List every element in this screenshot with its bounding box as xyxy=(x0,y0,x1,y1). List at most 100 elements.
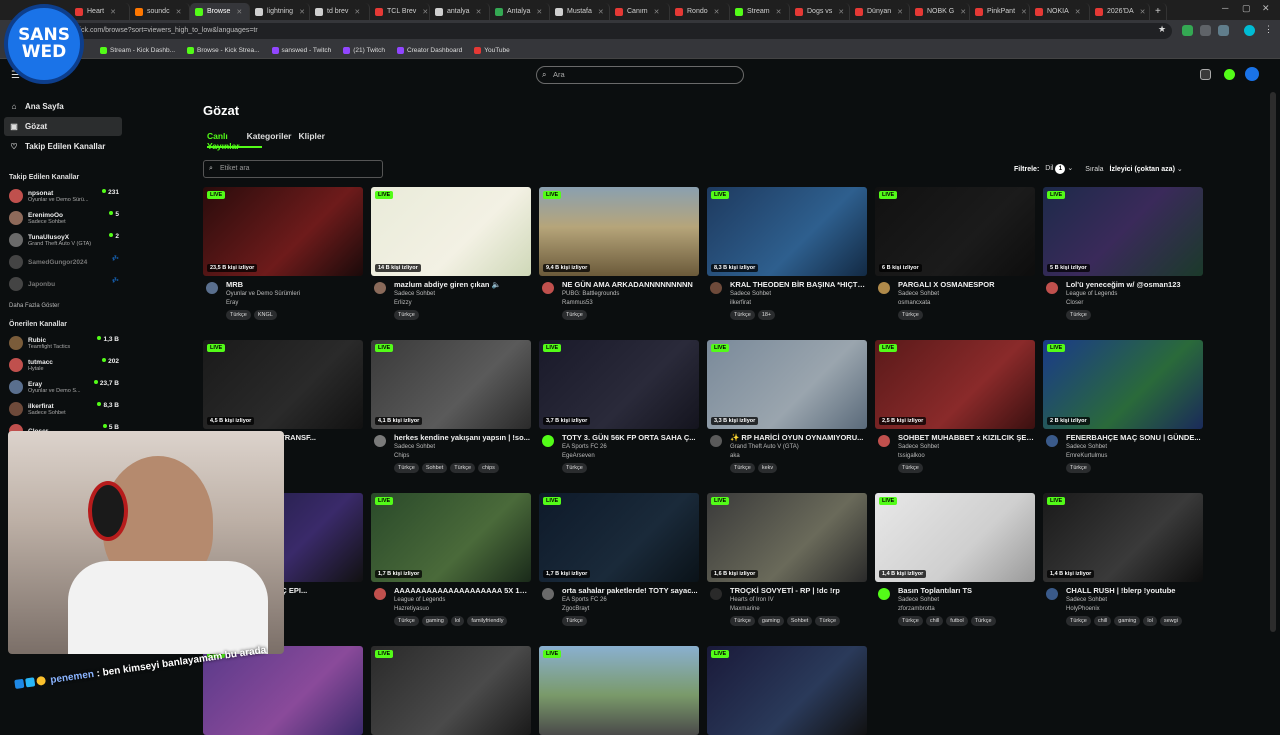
tag-chip[interactable]: Türkçe xyxy=(730,463,755,473)
streamer-name[interactable]: ZgocBrayt xyxy=(562,606,589,612)
stream-thumbnail[interactable]: LIVE 4,5 B kişi izliyor xyxy=(203,340,363,429)
tag-chip[interactable]: futbol xyxy=(946,616,968,626)
tag-chip[interactable]: Türkçe xyxy=(898,310,923,320)
close-tab-icon[interactable]: ✕ xyxy=(1140,8,1146,16)
tag-chip[interactable]: gaming xyxy=(421,616,448,626)
tag-chip[interactable]: Türkçe xyxy=(730,310,755,320)
close-window-icon[interactable]: ✕ xyxy=(1262,3,1270,14)
close-tab-icon[interactable]: ✕ xyxy=(422,8,428,16)
stream-category[interactable]: Sadece Sohbet xyxy=(394,291,435,297)
sidebar-channel[interactable]: Rubic Teamfight Tactics 1,3 B xyxy=(0,332,130,354)
stream-thumbnail[interactable]: LIVE 5 B kişi izliyor xyxy=(1043,187,1203,276)
tag-chip[interactable]: Türkçe xyxy=(394,616,419,626)
stream-category[interactable]: Sadece Sohbet xyxy=(898,444,939,450)
sidebar-channel[interactable]: tutmacc Hytale 202 xyxy=(0,354,130,376)
stream-card[interactable]: LIVE 1,7 B kişi izliyor orta sahalar paket… xyxy=(539,493,699,634)
streamer-avatar[interactable] xyxy=(542,435,554,447)
streamer-name[interactable]: osmancxata xyxy=(898,300,930,306)
tag-chip[interactable]: lol xyxy=(1143,616,1157,626)
stream-card[interactable]: LIVE 6 B kişi izliyor PARGALI X OSMANESPOR… xyxy=(875,187,1035,328)
tag-chip[interactable]: Türkçe xyxy=(394,310,419,320)
stream-title[interactable]: herkes kendine yakışanı yapsın | !so... xyxy=(394,433,530,442)
minimize-icon[interactable]: ─ xyxy=(1222,3,1228,13)
bookmark-item[interactable]: sanswed - Twitch xyxy=(271,46,331,54)
tag-chip[interactable]: sewgi xyxy=(1159,616,1182,626)
stream-category[interactable]: EA Sports FC 26 xyxy=(562,597,607,603)
stream-category[interactable]: Hearts of Iron IV xyxy=(730,597,774,603)
tag-chip[interactable]: Türkçe xyxy=(970,616,996,626)
stream-thumbnail[interactable]: LIVE 4,1 B kişi izliyor xyxy=(371,340,531,429)
close-tab-icon[interactable]: ✕ xyxy=(476,8,482,16)
tag-chip[interactable]: kekv xyxy=(757,463,778,473)
streamer-name[interactable]: aka xyxy=(730,453,740,459)
stream-title[interactable]: TROÇKİ SOVYETİ - RP | !dc !rp xyxy=(730,586,866,595)
tag-chip[interactable]: Türkçe xyxy=(562,310,587,320)
browser-tab[interactable]: Heart ✕ xyxy=(70,3,130,20)
sidebar-channel[interactable]: SamedGungor2024 💤 xyxy=(0,251,130,273)
search-input[interactable]: ⌕ Ara xyxy=(536,66,744,84)
tag-chip[interactable]: chill xyxy=(1093,616,1112,626)
stream-card[interactable]: LIVE 2 B kişi izliyor FENERBAHÇE MAÇ SONU … xyxy=(1043,340,1203,481)
close-tab-icon[interactable]: ✕ xyxy=(299,8,305,16)
tag-chip[interactable]: Türkçe xyxy=(562,616,587,626)
sidebar-nav-item[interactable]: ⌂ Ana Sayfa xyxy=(4,97,122,116)
new-tab-button[interactable]: + xyxy=(1150,3,1167,20)
stream-title[interactable]: PARGALI X OSMANESPOR xyxy=(898,280,1034,289)
stream-thumbnail[interactable]: LIVE 14 B kişi izliyor xyxy=(371,187,531,276)
tag-chip[interactable]: Sohbet xyxy=(786,616,813,626)
streamer-avatar[interactable] xyxy=(374,435,386,447)
tag-chip[interactable]: gaming xyxy=(757,616,784,626)
stream-category[interactable]: PUBG: Battlegrounds xyxy=(562,291,619,297)
close-tab-icon[interactable]: ✕ xyxy=(110,8,116,16)
stream-category[interactable]: Sadece Sohbet xyxy=(898,291,939,297)
tab-search-icon[interactable] xyxy=(1218,25,1229,36)
close-tab-icon[interactable]: ✕ xyxy=(960,8,966,16)
browser-tab[interactable]: antalya ✕ xyxy=(430,3,490,20)
browser-tab[interactable]: Mustafa ✕ xyxy=(550,3,610,20)
browser-menu-icon[interactable]: ⋮ xyxy=(1264,24,1273,35)
tag-chip[interactable]: Türkçe xyxy=(562,463,587,473)
bookmark-star-icon[interactable]: ★ xyxy=(1158,24,1166,35)
streamer-avatar[interactable] xyxy=(710,588,722,600)
stream-title[interactable]: Lol'ü yeneceğim w/ @osman123 xyxy=(1066,280,1202,289)
stream-title[interactable]: Basın Toplantıları TS xyxy=(898,586,1034,595)
maximize-icon[interactable]: ▢ xyxy=(1242,3,1251,14)
streamer-avatar[interactable] xyxy=(878,588,890,600)
show-more-link[interactable]: Daha Fazla Göster xyxy=(0,295,130,315)
streamer-name[interactable]: Maxmarine xyxy=(730,606,760,612)
tag-chip[interactable]: gaming xyxy=(1114,616,1141,626)
stream-title[interactable]: SOHBET MUHABBET x KIZILCIK ŞER... xyxy=(898,433,1034,442)
bookmark-item[interactable]: YouTube xyxy=(474,46,510,54)
browser-tab[interactable]: td brev ✕ xyxy=(310,3,370,20)
close-tab-icon[interactable]: ✕ xyxy=(536,8,542,16)
sidebar-channel[interactable]: ilkerfirat Sadece Sohbet 8,3 B xyxy=(0,398,130,420)
bookmark-item[interactable]: (21) Twitch xyxy=(343,46,385,54)
browser-tab[interactable]: NOKIA ✕ xyxy=(1030,3,1090,20)
user-avatar[interactable] xyxy=(1245,67,1259,81)
close-tab-icon[interactable]: ✕ xyxy=(776,8,782,16)
browser-tab[interactable]: Antalya ✕ xyxy=(490,3,550,20)
sidebar-channel[interactable]: Eray Oyunlar ve Demo S... 23,7 B xyxy=(0,376,130,398)
streamer-avatar[interactable] xyxy=(374,588,386,600)
stream-thumbnail[interactable]: LIVE xyxy=(707,646,867,735)
extensions-puzzle-icon[interactable] xyxy=(1200,25,1211,36)
stream-thumbnail[interactable]: LIVE 1,6 B kişi izliyor xyxy=(707,493,867,582)
stream-thumbnail[interactable]: LIVE 1,7 B kişi izliyor xyxy=(371,493,531,582)
streamer-name[interactable]: zforzambrotta xyxy=(898,606,935,612)
stream-card[interactable]: LIVE 1,4 B kişi izliyor Basın Toplantıları… xyxy=(875,493,1035,634)
stream-card[interactable]: LIVE 5 B kişi izliyor Lol'ü yeneceğim w/ @… xyxy=(1043,187,1203,328)
stream-category[interactable]: Sadece Sohbet xyxy=(1066,444,1107,450)
stream-thumbnail[interactable]: LIVE xyxy=(539,646,699,735)
sidebar-channel[interactable]: npsonat Oyunlar ve Demo Sürü... 231 xyxy=(0,185,130,207)
stream-title[interactable]: FENERBAHÇE MAÇ SONU | GÜNDE... xyxy=(1066,433,1202,442)
tag-chip[interactable]: KNGL xyxy=(253,310,277,320)
stream-title[interactable]: mazlum abdiye giren çıkan 🔈 xyxy=(394,280,530,289)
browse-tab[interactable]: Kategoriler xyxy=(247,131,292,151)
streamer-name[interactable]: ilkerfirat xyxy=(730,300,751,306)
stream-thumbnail[interactable]: LIVE 6 B kişi izliyor xyxy=(875,187,1035,276)
stream-card[interactable]: LIVE 23,5 B kişi izliyor MRB Oyunlar ve Dem… xyxy=(203,187,363,328)
sidebar-channel[interactable]: Japonbu 💤 xyxy=(0,273,130,295)
streamer-name[interactable]: Chips xyxy=(394,453,409,459)
browser-tab[interactable]: 2026'DA ✕ xyxy=(1090,3,1150,20)
close-tab-icon[interactable]: ✕ xyxy=(236,8,242,16)
